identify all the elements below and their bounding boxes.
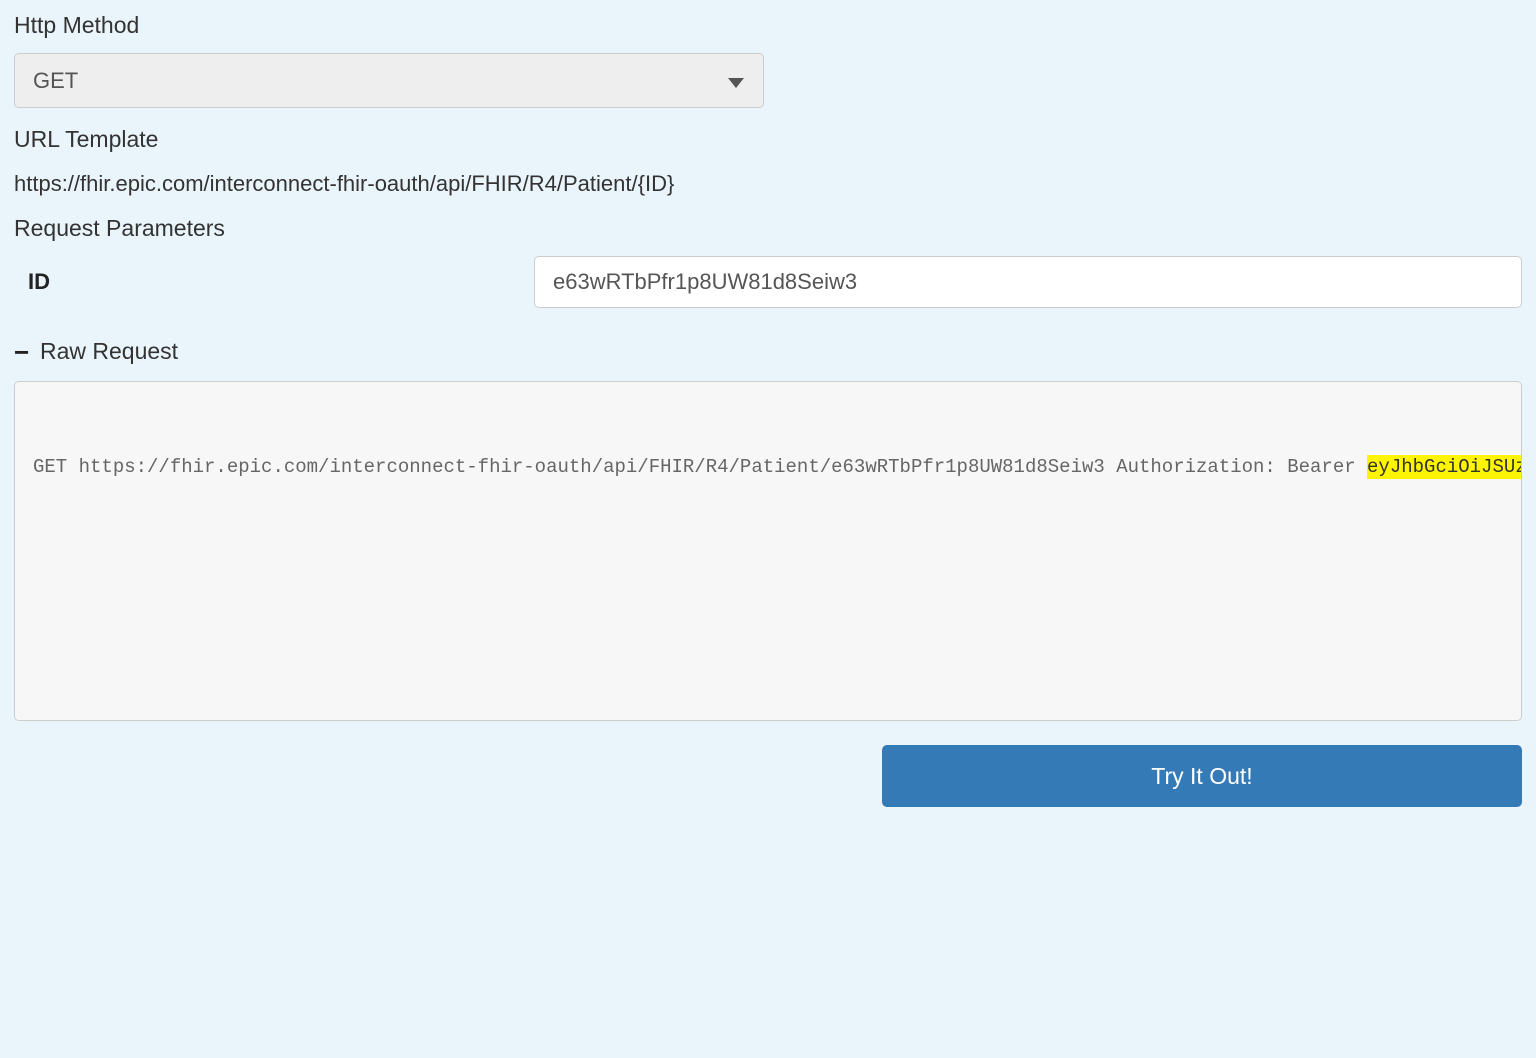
raw-request-line2-prefix: Authorization: Bearer xyxy=(1116,456,1367,478)
param-label-id: ID xyxy=(14,269,534,295)
button-row: Try It Out! xyxy=(14,745,1522,807)
raw-request-content: GET https://fhir.epic.com/interconnect-f… xyxy=(33,453,1522,482)
try-it-out-button[interactable]: Try It Out! xyxy=(882,745,1522,807)
collapse-icon: − xyxy=(14,339,34,365)
param-input-id[interactable] xyxy=(534,256,1522,308)
raw-request-toggle[interactable]: − Raw Request xyxy=(14,338,1522,365)
http-method-select-wrapper: GET xyxy=(14,53,764,108)
param-row-id: ID xyxy=(14,256,1522,308)
raw-request-token-highlight: eyJhbGciOiJSUzI1NiIsInR5cCI6IkpXVCJ9.eyJ… xyxy=(1367,455,1522,479)
url-template-value: https://fhir.epic.com/interconnect-fhir-… xyxy=(14,171,1522,197)
http-method-label: Http Method xyxy=(14,12,1522,39)
raw-request-label: Raw Request xyxy=(40,338,178,365)
url-template-label: URL Template xyxy=(14,126,1522,153)
request-parameters-label: Request Parameters xyxy=(14,215,1522,242)
raw-request-box[interactable]: GET https://fhir.epic.com/interconnect-f… xyxy=(14,381,1522,721)
raw-request-line1: GET https://fhir.epic.com/interconnect-f… xyxy=(33,456,1105,478)
http-method-select[interactable]: GET xyxy=(14,53,764,108)
